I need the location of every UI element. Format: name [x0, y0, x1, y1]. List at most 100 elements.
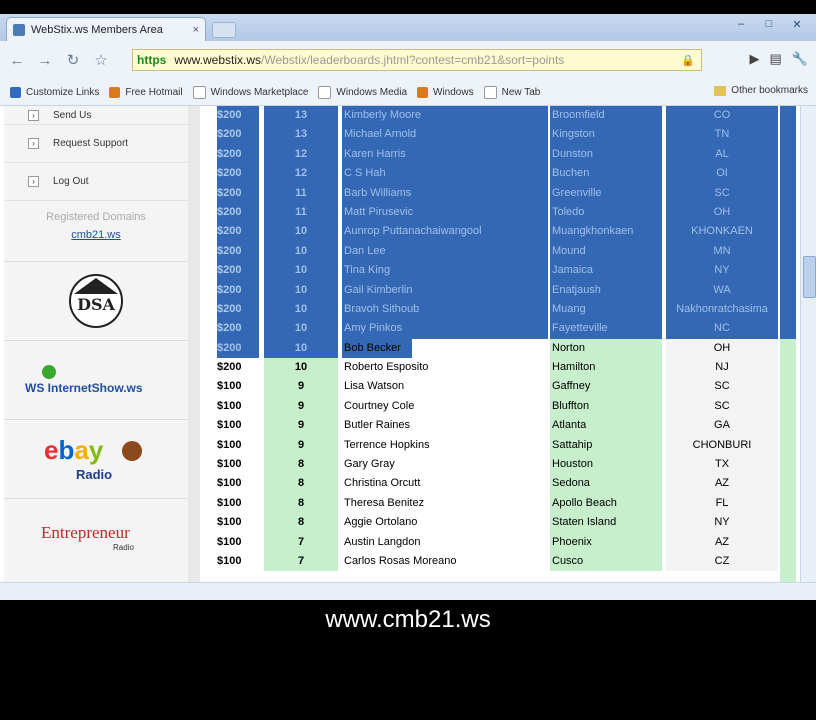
maximize-button[interactable]: □ [756, 16, 782, 32]
points-cell: 7 [264, 551, 338, 572]
state-cell: KHONKAEN [666, 222, 778, 242]
table-row[interactable]: $100 9 Lisa Watson Gaffney SC [200, 377, 800, 397]
close-window-button[interactable]: ✕ [784, 16, 810, 32]
video-caption: www.cmb21.ws [325, 606, 491, 633]
name-cell: Barb Williams [342, 183, 548, 203]
entrepreneur-radio-logo[interactable]: Entrepreneur Radio [4, 499, 188, 577]
points-cell: 10 [264, 358, 338, 378]
name-cell: Michael Arnold [342, 125, 548, 145]
table-row[interactable]: $100 8 Aggie Ortolano Staten Island NY [200, 513, 800, 533]
bookmark-windows-marketplace[interactable]: Windows Marketplace [192, 85, 309, 99]
points-cell: 9 [264, 377, 338, 397]
city-cell: Toledo [550, 202, 662, 223]
ebay-radio-logo-image: ebay Radio [44, 435, 142, 482]
bullet-icon: › [28, 176, 39, 187]
navigation-toolbar: ← → ↻ ☆ https www.webstix.ws /Webstix/le… [0, 41, 816, 79]
name-cell: Aunrop Puttanachaiwangool [342, 222, 548, 242]
bookmark-new-tab[interactable]: New Tab [483, 85, 540, 99]
new-tab-button[interactable] [212, 22, 236, 38]
sidebar-item-request-support[interactable]: › Request Support [4, 125, 188, 163]
page-menu-icon[interactable]: ▤ [770, 51, 782, 67]
state-cell: SC [666, 183, 778, 203]
state-cell: GA [666, 416, 778, 436]
table-row[interactable]: $200 10 Gail Kimberlin Enatjaush WA [200, 280, 800, 300]
dsa-logo[interactable]: DSA [4, 262, 188, 341]
city-cell: Gaffney [550, 377, 662, 397]
bookmark-label: Windows Marketplace [210, 86, 309, 98]
points-cell: 13 [264, 106, 338, 126]
table-row[interactable]: $100 9 Courtney Cole Bluffton SC [200, 396, 800, 417]
table-row[interactable]: $200 13 Kimberly Moore Broomfield CO [200, 106, 800, 126]
table-row[interactable]: $100 7 Austin Langdon Phoenix AZ [200, 532, 800, 552]
sidebar-item-log-out[interactable]: › Log Out [4, 163, 188, 201]
bookmark-star-icon[interactable]: ☆ [90, 49, 112, 71]
prize-cell: $200 [217, 222, 259, 242]
points-cell: 8 [264, 474, 338, 494]
points-cell: 11 [264, 202, 338, 223]
table-row[interactable]: $200 10 Bob Becker Norton OH [200, 338, 800, 359]
table-row[interactable]: $200 10 Amy Pinkos Fayetteville NC [200, 319, 800, 339]
sidebar-item-send-us[interactable]: › Send Us [4, 106, 188, 125]
points-cell: 8 [264, 493, 338, 514]
prize-cell: $100 [217, 554, 242, 567]
reload-button[interactable]: ↻ [62, 49, 84, 71]
table-row[interactable]: $100 8 Theresa Benitez Apollo Beach FL [200, 493, 800, 514]
bookmarks-bar: Customize Links Free Hotmail Windows Mar… [0, 79, 816, 106]
table-row[interactable]: $100 8 Gary Gray Houston TX [200, 455, 800, 475]
table-row[interactable]: $200 10 Dan Lee Mound MN [200, 241, 800, 262]
table-row[interactable]: $200 13 Michael Arnold Kingston TN [200, 125, 800, 145]
state-cell: MN [666, 241, 778, 262]
table-row[interactable]: $200 10 Tina King Jamaica NY [200, 261, 800, 281]
favicon-icon [13, 23, 25, 36]
name-cell: Matt Pirusevic [342, 202, 548, 223]
table-row[interactable]: $200 11 Barb Williams Greenville SC [200, 183, 800, 203]
name-cell: Theresa Benitez [344, 496, 425, 509]
table-row[interactable]: $200 10 Aunrop Puttanachaiwangool Muangkhon… [200, 222, 800, 242]
bookmark-free-hotmail[interactable]: Free Hotmail [109, 86, 183, 98]
scroll-thumb[interactable] [803, 256, 816, 298]
points-cell: 9 [264, 396, 338, 417]
city-cell: Jamaica [550, 261, 662, 281]
window-controls: – □ ✕ [728, 16, 810, 32]
points-cell: 10 [264, 261, 338, 281]
name-cell: Terrence Hopkins [344, 438, 430, 451]
address-bar[interactable]: https www.webstix.ws /Webstix/leaderboar… [132, 49, 702, 71]
internetshow-logo[interactable]: WS InternetShow.ws [4, 341, 188, 420]
table-row[interactable]: $100 9 Terrence Hopkins Sattahip CHONBURI [200, 435, 800, 456]
table-row[interactable]: $100 9 Butler Raines Atlanta GA [200, 416, 800, 436]
other-bookmarks[interactable]: Other bookmarks [714, 85, 808, 96]
points-cell: 10 [264, 338, 338, 359]
go-icon[interactable]: ▶ [750, 51, 760, 67]
table-row[interactable]: $200 10 Bravoh Sithoub Muang Nakhonratchasim… [200, 299, 800, 320]
state-cell: SC [666, 396, 778, 417]
tab-close-icon[interactable]: × [193, 24, 199, 36]
table-row[interactable]: $200 10 Roberto Esposito Hamilton NJ [200, 358, 800, 378]
table-row[interactable]: $100 8 Christina Orcutt Sedona AZ [200, 474, 800, 494]
table-row[interactable]: $100 7 Carlos Rosas Moreano Cusco CZ [200, 551, 800, 572]
vertical-scrollbar[interactable] [800, 106, 816, 582]
state-cell: NY [666, 261, 778, 281]
table-row[interactable]: $200 11 Matt Pirusevic Toledo OH [200, 202, 800, 223]
ebay-radio-logo[interactable]: ebay Radio [4, 420, 188, 499]
state-cell: OI [666, 164, 778, 184]
bookmark-customize-links[interactable]: Customize Links [10, 86, 99, 98]
prize-cell: $200 [217, 144, 259, 165]
bookmark-windows[interactable]: Windows [417, 86, 474, 98]
lock-icon: 🔒 [681, 54, 695, 67]
registered-domain-link[interactable]: cmb21.ws [4, 229, 188, 241]
bullet-icon: › [28, 109, 39, 121]
horizontal-scrollbar[interactable] [0, 582, 816, 600]
minimize-button[interactable]: – [728, 16, 754, 32]
back-button[interactable]: ← [6, 49, 28, 71]
table-row[interactable]: $200 12 Karen Harris Dunston AL [200, 144, 800, 165]
bookmark-windows-media[interactable]: Windows Media [318, 85, 407, 99]
tab-strip: WebStix.ws Members Area × – □ ✕ [0, 14, 816, 41]
points-cell: 9 [264, 435, 338, 456]
table-row[interactable]: $200 12 C S Hah Buchen OI [200, 164, 800, 184]
state-cell: WA [666, 280, 778, 300]
city-cell: Norton [550, 338, 662, 359]
wrench-icon[interactable]: 🔧 [792, 51, 808, 67]
forward-button[interactable]: → [34, 49, 56, 71]
tab-members-area[interactable]: WebStix.ws Members Area × [6, 17, 206, 41]
points-cell: 13 [264, 125, 338, 145]
